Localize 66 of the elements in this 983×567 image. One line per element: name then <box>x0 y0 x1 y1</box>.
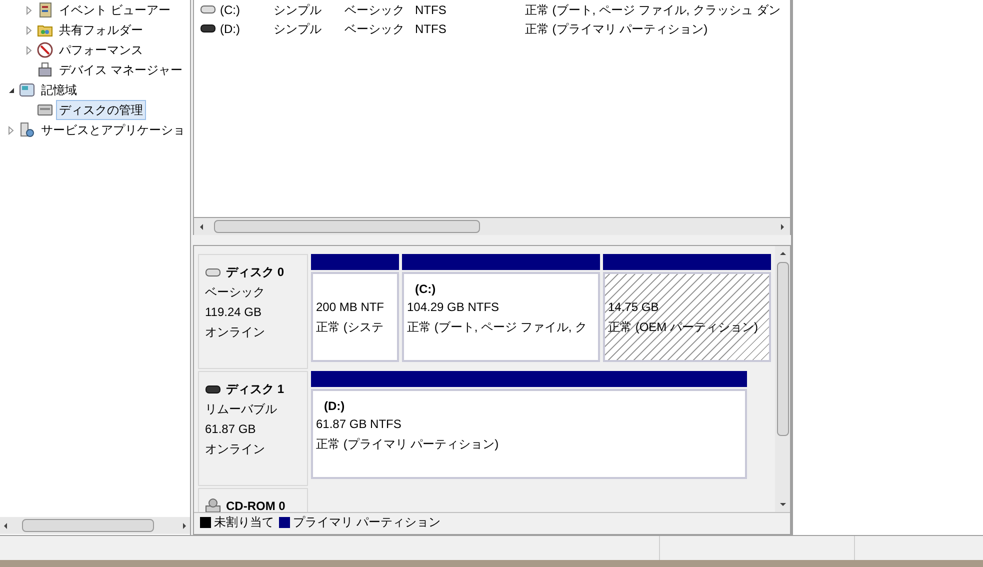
partition-box[interactable]: (C:) 104.29 GB NTFS 正常 (ブート, ページ ファイル, ク <box>402 272 600 362</box>
drive-icon <box>200 23 216 34</box>
legend-label: 未割り当て <box>214 514 274 531</box>
disk-state: オンライン <box>205 441 266 458</box>
tree-item[interactable]: サービスとアプリケーショ <box>38 120 188 140</box>
partition-label: (C:) <box>414 281 437 296</box>
scrollbar-thumb[interactable] <box>776 262 788 436</box>
disk-name: ディスク 1 <box>226 381 284 398</box>
tree-item[interactable]: イベント ビューアー <box>56 0 174 20</box>
horizontal-scrollbar[interactable] <box>193 218 791 235</box>
notebook-icon <box>37 2 53 18</box>
scroll-down-icon[interactable] <box>778 502 786 508</box>
server-icon <box>19 82 35 98</box>
expand-icon[interactable] <box>24 26 34 34</box>
table-cell-text: 正常 (ブート, ページ ファイル, クラッシュ ダン <box>524 2 780 18</box>
disk-size: 61.87 GB <box>205 421 257 438</box>
vertical-scrollbar[interactable] <box>775 246 790 512</box>
expand-icon[interactable] <box>24 6 34 14</box>
scroll-left-icon[interactable] <box>2 522 10 530</box>
table-cell-text: シンプル <box>274 20 322 38</box>
printer-icon <box>37 62 53 78</box>
table-cell-text: (D:) <box>220 20 240 38</box>
partition-size: 104.29 GB NTFS <box>407 299 500 316</box>
table-cell-text: NTFS <box>415 2 446 18</box>
partition-label: (D:) <box>323 398 346 413</box>
table-cell-text: ベーシック <box>344 2 404 18</box>
scrollbar-thumb[interactable] <box>214 220 480 233</box>
scroll-up-icon[interactable] <box>778 250 786 256</box>
partition-size: 14.75 GB <box>608 299 660 316</box>
partition-box[interactable]: 14.75 GB 正常 (OEM パーティション) <box>603 272 771 362</box>
partition-box[interactable]: 200 MB NTF 正常 (システ <box>311 272 399 362</box>
tree-item[interactable]: 記憶域 <box>38 80 80 100</box>
scroll-left-icon[interactable] <box>198 222 206 230</box>
disk-state: オンライン <box>205 324 266 341</box>
horizontal-scrollbar[interactable] <box>0 517 190 534</box>
partition-status: 正常 (プライマリ パーティション) <box>316 436 500 453</box>
table-cell-text: ベーシック <box>344 20 404 38</box>
drive-icon <box>205 384 221 394</box>
partition-box[interactable]: (D:) 61.87 GB NTFS 正常 (プライマリ パーティション) <box>311 389 747 479</box>
partition-status: 正常 (OEM パーティション) <box>608 319 759 336</box>
legend-label: プライマリ パーティション <box>293 514 440 531</box>
partition-status: 正常 (ブート, ページ ファイル, ク <box>407 319 588 336</box>
expand-icon[interactable] <box>6 126 16 134</box>
table-cell-text: NTFS <box>415 20 446 38</box>
drive-icon <box>205 266 221 278</box>
scroll-right-icon[interactable] <box>180 522 188 530</box>
expand-icon[interactable] <box>24 46 34 54</box>
tree-item[interactable]: パフォーマンス <box>56 40 146 60</box>
disk-type: リムーバブル <box>205 401 278 418</box>
partition-status: 正常 (システ <box>316 319 384 336</box>
drive-icon <box>200 4 216 15</box>
tree-item[interactable]: 共有フォルダー <box>56 20 146 40</box>
drive-icon <box>37 102 53 118</box>
table-cell-text: シンプル <box>274 2 322 18</box>
partition-size: 200 MB NTF <box>316 299 386 316</box>
disk-size: 119.24 GB <box>205 304 262 321</box>
scroll-right-icon[interactable] <box>778 222 786 230</box>
disk-type: ベーシック <box>205 284 266 301</box>
disk-name: CD-ROM 0 <box>226 498 286 512</box>
partition-size: 61.87 GB NTFS <box>316 416 402 433</box>
tree-item[interactable]: デバイス マネージャー <box>56 60 186 80</box>
table-cell-text: (C:) <box>220 2 240 18</box>
table-cell-text: 正常 (プライマリ パーティション) <box>524 20 708 38</box>
disk-name: ディスク 0 <box>226 264 284 281</box>
tree-item[interactable]: ディスクの管理 <box>56 100 146 120</box>
scrollbar-thumb[interactable] <box>22 519 154 532</box>
